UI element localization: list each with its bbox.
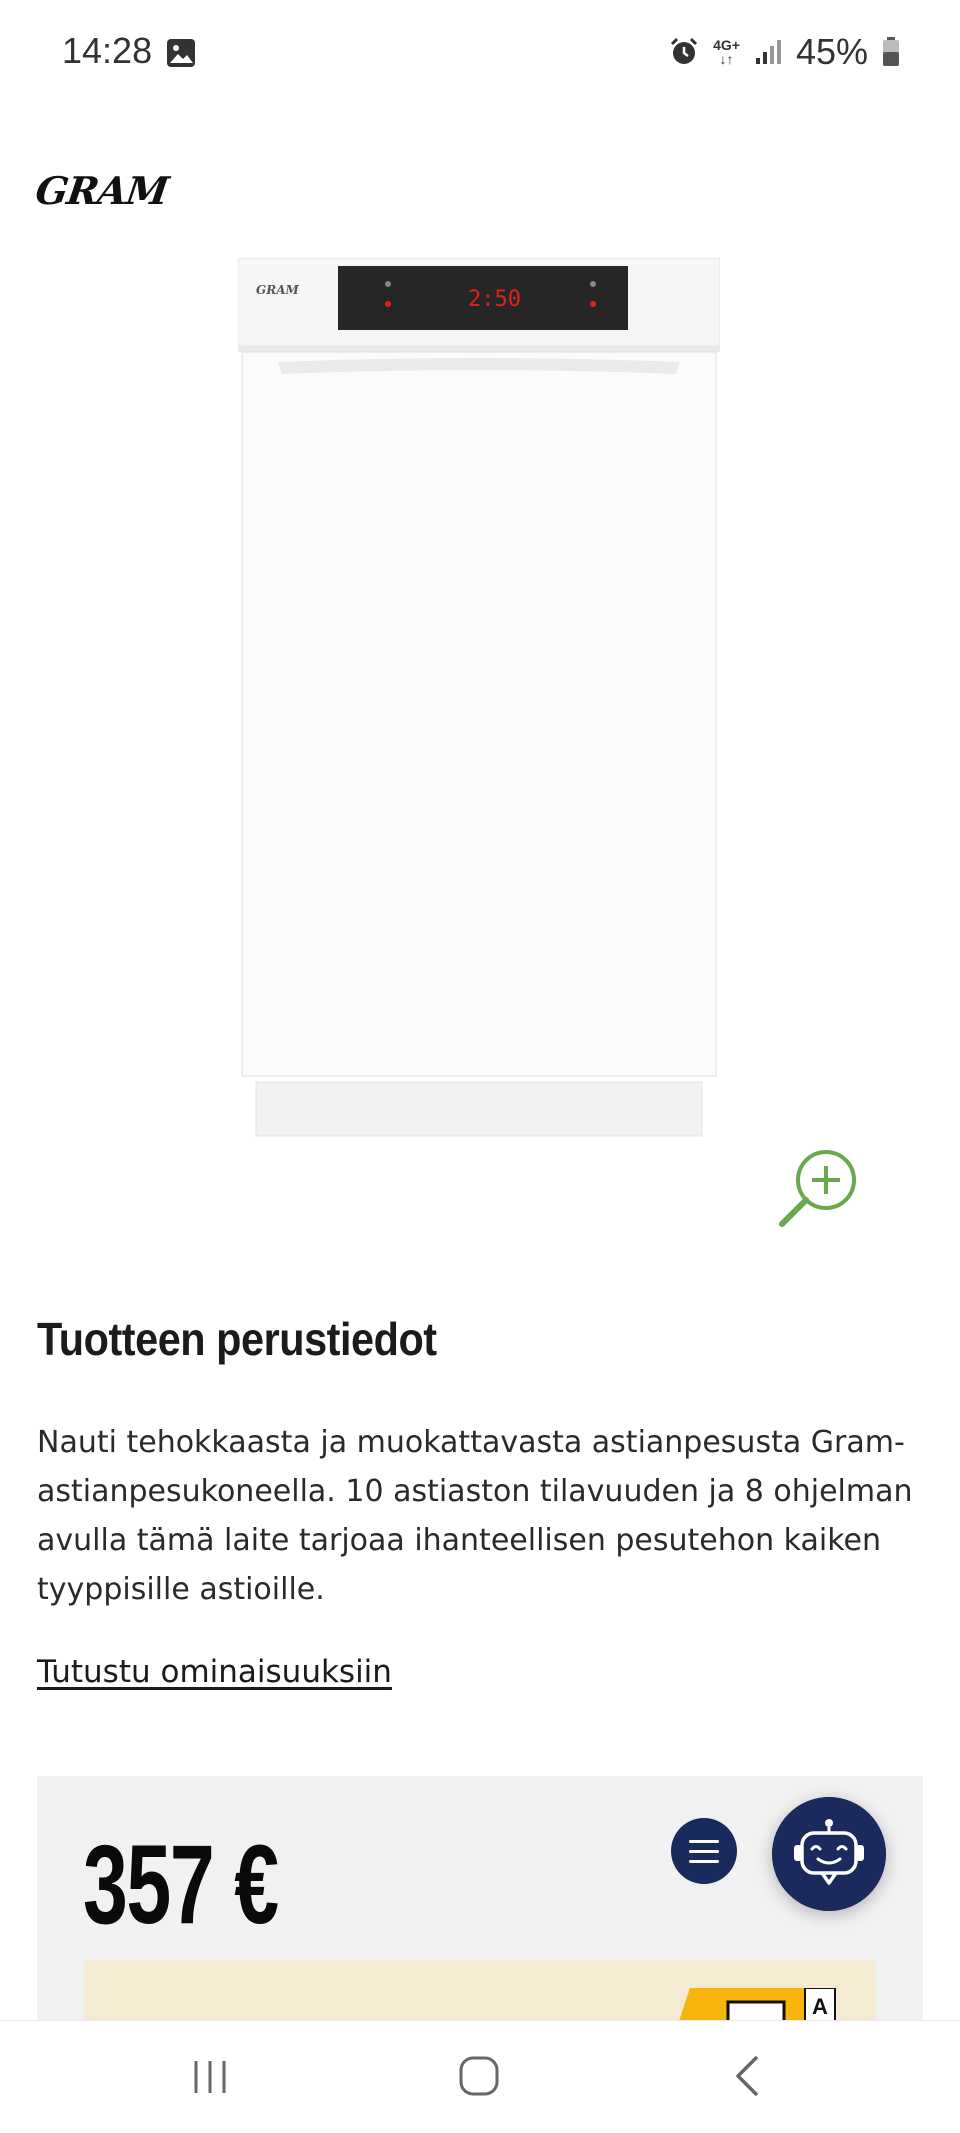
energy-class-text: A bbox=[812, 1994, 828, 2019]
price: 357 € bbox=[83, 1822, 279, 1947]
display-readout: 2:50 bbox=[468, 287, 521, 312]
menu-button[interactable] bbox=[671, 1818, 737, 1884]
signal-icon bbox=[755, 40, 781, 64]
zoom-in-icon[interactable] bbox=[776, 1144, 862, 1230]
home-icon[interactable] bbox=[458, 2055, 500, 2097]
battery-icon bbox=[883, 37, 899, 66]
battery-percentage: 45% bbox=[795, 31, 868, 72]
dishwasher-image[interactable]: GRAM 2:50 bbox=[238, 258, 720, 1138]
status-bar: 14:28 4G+ ↓↑ 45% bbox=[0, 0, 960, 110]
product-description: Nauti tehokkaasta ja muokattavasta astia… bbox=[37, 1425, 913, 1607]
section-title: Tuotteen perustiedot bbox=[37, 1313, 437, 1365]
system-nav-bar bbox=[0, 2020, 960, 2133]
chatbot-icon[interactable] bbox=[772, 1797, 886, 1911]
menu-icon bbox=[689, 1839, 719, 1843]
status-icons: 4G+ ↓↑ 45% bbox=[669, 30, 900, 74]
svg-text:GRAM: GRAM bbox=[256, 283, 300, 297]
status-time: 14:28 bbox=[62, 30, 153, 71]
alarm-icon bbox=[671, 37, 698, 64]
gallery-icon bbox=[167, 39, 195, 67]
brand-logo[interactable]: GRAM bbox=[33, 168, 171, 213]
network-4g-icon: 4G+ ↓↑ bbox=[713, 37, 740, 67]
recents-icon[interactable] bbox=[190, 2059, 230, 2095]
features-link[interactable]: Tutustu ominaisuuksiin bbox=[37, 1654, 392, 1690]
back-icon[interactable] bbox=[730, 2055, 766, 2097]
